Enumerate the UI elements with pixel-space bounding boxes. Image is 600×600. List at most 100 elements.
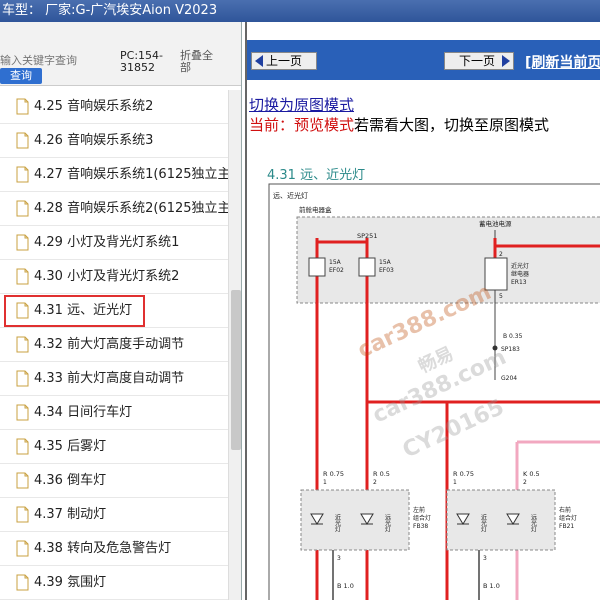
svg-text:远光灯: 远光灯	[384, 513, 391, 533]
svg-text:SP183: SP183	[501, 346, 520, 353]
svg-text:R 0.75: R 0.75	[323, 470, 344, 478]
status-prefix: 当前：预览模式	[249, 116, 355, 134]
document-icon	[16, 302, 29, 319]
document-icon	[16, 540, 29, 557]
svg-text:组合灯: 组合灯	[559, 514, 577, 522]
svg-text:2: 2	[373, 479, 377, 486]
document-icon	[16, 438, 29, 455]
switch-original-mode-link[interactable]: 切换为原图模式	[249, 94, 354, 115]
svg-text:近光灯: 近光灯	[334, 513, 341, 533]
toc-item-label: 4.35 后雾灯	[34, 439, 107, 454]
svg-text:FB38: FB38	[413, 523, 428, 530]
mode-status: 当前：预览模式若需看大图，切换至原图模式	[249, 114, 549, 135]
toc-item[interactable]: 4.27 音响娱乐系统1(6125独立主机	[0, 158, 228, 192]
svg-text:远光灯: 远光灯	[530, 513, 537, 533]
toc-item-label: 4.32 前大灯高度手动调节	[34, 337, 185, 352]
toc-item-label: 4.34 日间行车灯	[34, 405, 133, 420]
svg-text:3: 3	[337, 555, 341, 562]
svg-text:近光灯: 近光灯	[511, 262, 529, 270]
arrow-right-icon	[502, 55, 510, 67]
document-icon	[16, 506, 29, 523]
svg-text:EF02: EF02	[329, 267, 344, 274]
watermark: car388.com 畅易 car388.com CY20165	[354, 280, 510, 464]
window-title-bar: 车型： 厂家:G-广汽埃安Aion V2023	[0, 0, 600, 22]
toc-item[interactable]: 4.36 倒车灯	[0, 464, 228, 498]
svg-text:2: 2	[523, 479, 527, 486]
refresh-page-link[interactable]: [刷新当前页	[525, 52, 600, 72]
svg-text:5: 5	[499, 293, 503, 300]
svg-text:FB21: FB21	[559, 523, 574, 530]
toc-item-label: 4.26 音响娱乐系统3	[34, 133, 154, 148]
svg-text:B 0.35: B 0.35	[503, 333, 523, 340]
next-page-button[interactable]: 下一页	[444, 52, 514, 70]
toc-item[interactable]: 4.25 音响娱乐系统2	[0, 90, 228, 124]
status-suffix: 若需看大图，切换至原图模式	[354, 116, 550, 134]
toc-list: 4.25 音响娱乐系统2 4.26 音响娱乐系统3 4.27 音响娱乐系统1(612…	[0, 90, 228, 600]
svg-text:K 0.5: K 0.5	[523, 470, 540, 478]
arrow-left-icon	[255, 55, 263, 67]
svg-text:1: 1	[453, 479, 457, 486]
toc-item[interactable]: 4.38 转向及危急警告灯	[0, 532, 228, 566]
svg-text:G204: G204	[501, 375, 517, 382]
svg-text:R 0.75: R 0.75	[453, 470, 474, 478]
toc-item[interactable]: 4.34 日间行车灯	[0, 396, 228, 430]
svg-text:B 1.0: B 1.0	[337, 582, 354, 590]
toc-item-label: 4.28 音响娱乐系统2(6125独立主机	[34, 201, 228, 216]
document-icon	[16, 574, 29, 591]
document-icon	[16, 370, 29, 387]
toc-scrollbar[interactable]	[228, 90, 241, 600]
svg-text:左前: 左前	[413, 506, 425, 514]
page-nav-bar: 上一页 下一页 [刷新当前页	[247, 40, 600, 80]
svg-text:2: 2	[499, 251, 503, 258]
svg-text:15A: 15A	[329, 259, 342, 266]
toc-item[interactable]: 4.26 音响娱乐系统3	[0, 124, 228, 158]
svg-text:B 1.0: B 1.0	[483, 582, 500, 590]
window-title: 车型： 厂家:G-广汽埃安Aion V2023	[2, 3, 218, 18]
toc-item[interactable]: 4.35 后雾灯	[0, 430, 228, 464]
search-button[interactable]: 查询	[0, 68, 42, 84]
wiring-diagram-svg: 远、近光灯 前舱电器盒 蓄电池电源 SP251 15A EF02 15A EF0…	[268, 183, 600, 600]
document-icon	[16, 98, 29, 115]
toc-item-label: 4.33 前大灯高度自动调节	[34, 371, 185, 386]
svg-text:近光灯: 近光灯	[480, 513, 487, 533]
document-icon	[16, 336, 29, 353]
svg-text:组合灯: 组合灯	[413, 514, 431, 522]
pc-label: PC:154- 31852	[120, 49, 163, 74]
document-icon	[16, 472, 29, 489]
document-icon	[16, 268, 29, 285]
fuse-ef02	[308, 257, 326, 277]
toc-item[interactable]: 4.32 前大灯高度手动调节	[0, 328, 228, 362]
svg-text:继电器: 继电器	[511, 270, 529, 278]
collapse-all-button[interactable]: 折叠全 部	[180, 50, 224, 74]
fuse-box	[296, 216, 600, 304]
toc-item-label: 4.25 音响娱乐系统2	[34, 99, 154, 114]
toc-item[interactable]: 4.37 制动灯	[0, 498, 228, 532]
svg-text:R 0.5: R 0.5	[373, 470, 390, 478]
prev-page-button[interactable]: 上一页	[251, 52, 317, 70]
document-icon	[16, 166, 29, 183]
svg-text:15A: 15A	[379, 259, 392, 266]
toc-item[interactable]: 4.28 音响娱乐系统2(6125独立主机	[0, 192, 228, 226]
search-input[interactable]	[0, 52, 86, 68]
inner-title: 远、近光灯	[273, 191, 308, 200]
toc-item[interactable]: 4.30 小灯及背光灯系统2	[0, 260, 228, 294]
toc-item[interactable]: 4.33 前大灯高度自动调节	[0, 362, 228, 396]
toc-item-label: 4.29 小灯及背光灯系统1	[34, 235, 180, 250]
wiring-diagram: 4.31 远、近光灯 远、近光灯 前舱电器盒 蓄电池电源 SP251 15A E…	[247, 158, 600, 600]
svg-text:3: 3	[483, 555, 487, 562]
toc-item-label: 4.27 音响娱乐系统1(6125独立主机	[34, 167, 228, 182]
svg-text:右前: 右前	[559, 506, 571, 514]
toc-item[interactable]: 4.29 小灯及背光灯系统1	[0, 226, 228, 260]
fuse-ef03	[358, 257, 376, 277]
document-icon	[16, 132, 29, 149]
svg-text:EF03: EF03	[379, 267, 394, 274]
toc-item[interactable]: 4.31 远、近光灯	[0, 294, 228, 328]
scroll-thumb[interactable]	[231, 290, 241, 450]
power-label: 蓄电池电源	[479, 219, 512, 228]
content-panel: 上一页 下一页 [刷新当前页 切换为原图模式 当前：预览模式若需看大图，切换至原…	[245, 22, 600, 600]
toc-item[interactable]: 4.39 氛围灯	[0, 566, 228, 600]
toc-item-label: 4.38 转向及危急警告灯	[34, 541, 172, 556]
toc-item-label: 4.37 制动灯	[34, 507, 107, 522]
svg-text:ER13: ER13	[511, 279, 527, 286]
document-icon	[16, 404, 29, 421]
